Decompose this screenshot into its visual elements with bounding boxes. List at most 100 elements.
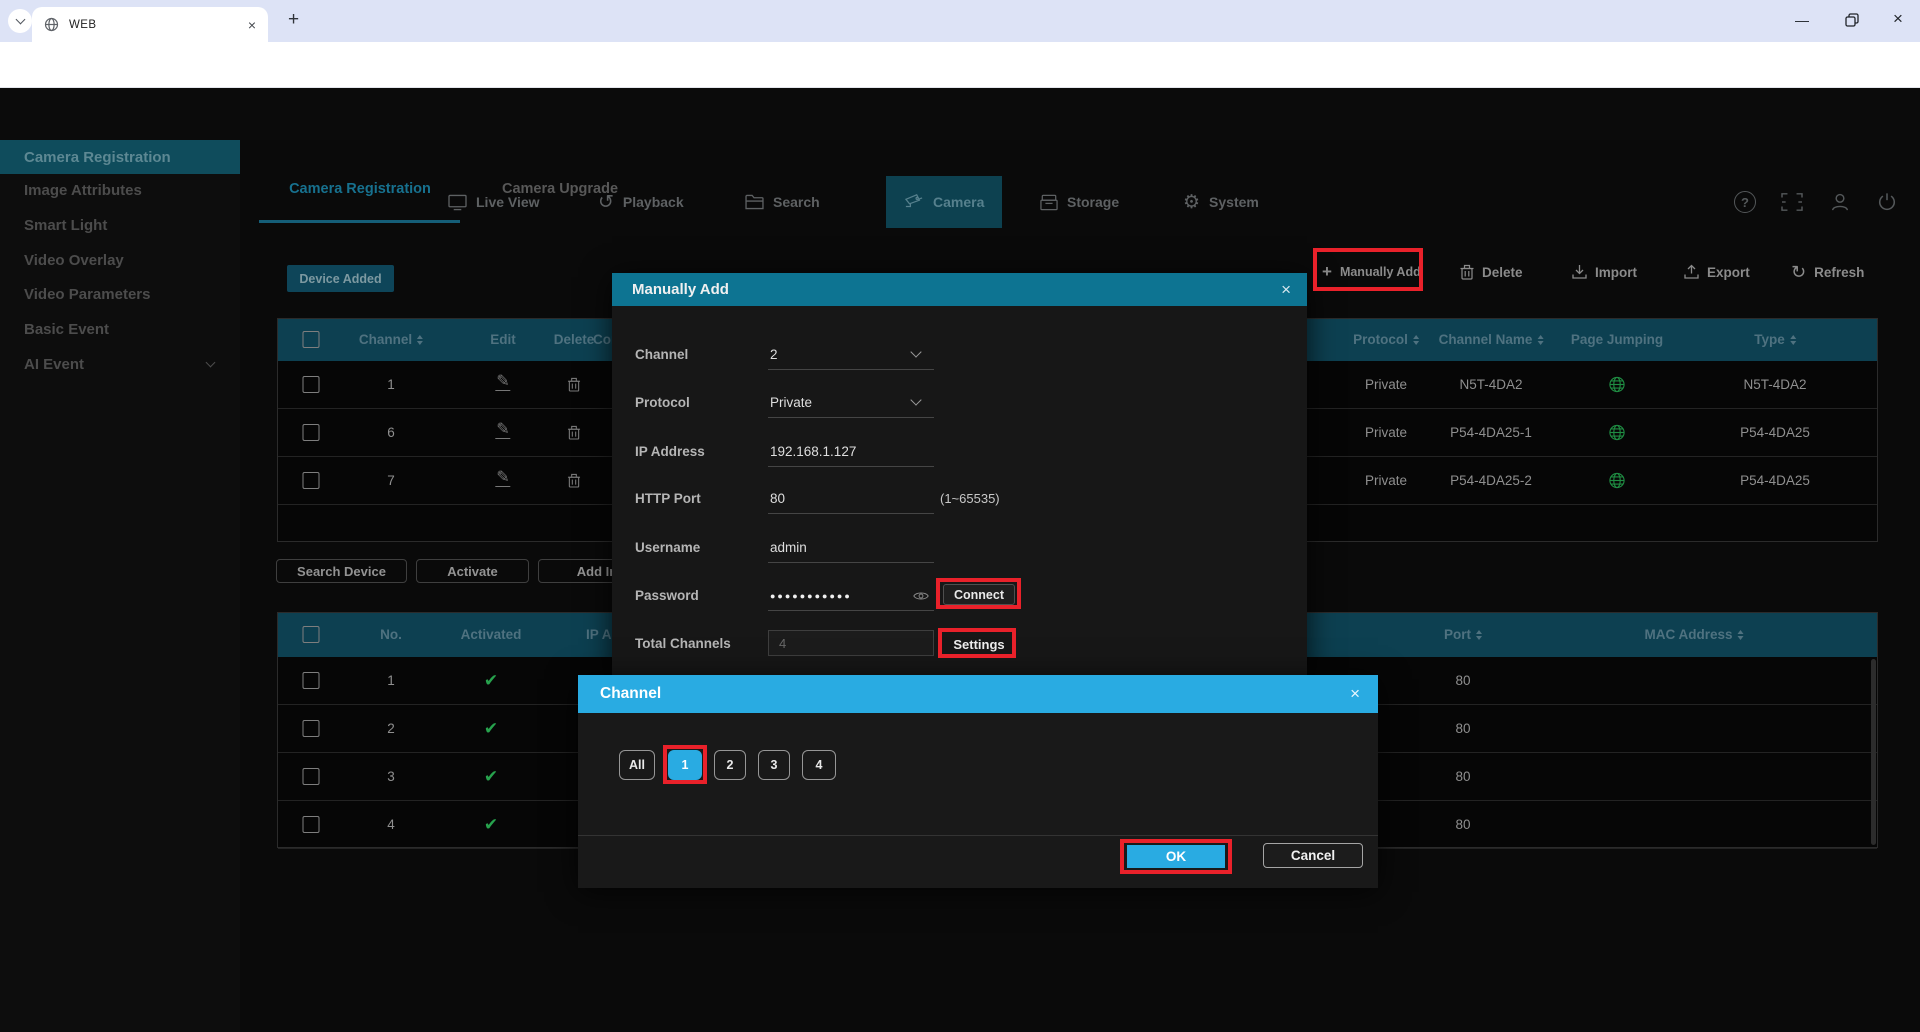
activated-check-icon: ✔	[484, 719, 498, 739]
sidebar-item-smart-light[interactable]: Smart Light	[0, 208, 240, 242]
row-checkbox[interactable]	[303, 720, 320, 737]
select-all-checkbox[interactable]	[303, 626, 320, 643]
channel-button-2[interactable]: 2	[714, 750, 746, 780]
tab-search-button[interactable]	[8, 9, 32, 33]
column-header-mac[interactable]: MAC Address	[1644, 627, 1743, 642]
field-label: IP Address	[635, 444, 705, 459]
tab-camera-registration[interactable]: Camera Registration	[270, 181, 450, 197]
dialog-title: Manually Add	[632, 281, 729, 298]
show-password-eye-icon[interactable]	[913, 588, 929, 604]
column-header-edit: Edit	[490, 332, 516, 347]
cell-no: 1	[387, 673, 395, 688]
power-button[interactable]	[1874, 189, 1900, 215]
channel-button-4[interactable]: 4	[802, 750, 836, 780]
channel-select[interactable]: 2	[770, 347, 778, 362]
row-checkbox[interactable]	[303, 424, 320, 441]
refresh-button[interactable]: ↻ Refresh	[1791, 258, 1864, 286]
sidebar-item-video-parameters[interactable]: Video Parameters	[0, 277, 240, 311]
delete-row-button[interactable]	[568, 473, 581, 488]
delete-button[interactable]: Delete	[1460, 258, 1523, 286]
sidebar-item-label: Basic Event	[24, 321, 109, 338]
sidebar-item-camera-registration[interactable]: Camera Registration	[0, 140, 240, 174]
protocol-select[interactable]: Private	[770, 395, 812, 410]
export-button[interactable]: Export	[1684, 258, 1750, 286]
column-header-type[interactable]: Type	[1754, 332, 1796, 347]
search-device-button[interactable]: Search Device	[276, 559, 407, 583]
import-button[interactable]: Import	[1572, 258, 1637, 286]
cell-channel-name: N5T-4DA2	[1459, 377, 1522, 392]
cell-protocol: Private	[1365, 377, 1407, 392]
column-header-channel[interactable]: Channel	[359, 332, 423, 347]
nav-label: Search	[773, 194, 820, 210]
sidebar: Camera Registration Image Attributes Sma…	[0, 140, 240, 1032]
delete-row-button[interactable]	[568, 425, 581, 440]
window-close-button[interactable]: ×	[1893, 9, 1903, 29]
column-header-channel-name[interactable]: Channel Name	[1439, 332, 1544, 347]
sidebar-item-image-attributes[interactable]: Image Attributes	[0, 173, 240, 207]
nav-camera-active[interactable]: Camera	[886, 176, 1002, 228]
close-icon[interactable]: ×	[1350, 684, 1360, 704]
sidebar-item-video-overlay[interactable]: Video Overlay	[0, 243, 240, 277]
username-input[interactable]: admin	[770, 540, 807, 555]
delete-row-button[interactable]	[568, 377, 581, 392]
new-tab-button[interactable]: +	[288, 9, 299, 31]
field-username: Username admin	[612, 533, 1307, 561]
channel-button-3[interactable]: 3	[758, 750, 790, 780]
trash-icon	[568, 377, 581, 392]
help-button[interactable]: ?	[1732, 189, 1758, 215]
device-added-button[interactable]: Device Added	[287, 265, 394, 292]
row-checkbox[interactable]	[303, 376, 320, 393]
edit-button[interactable]: ✎	[495, 471, 510, 487]
column-header-port[interactable]: Port	[1444, 627, 1482, 642]
channel-button-all[interactable]: All	[619, 750, 655, 780]
column-header-protocol[interactable]: Protocol	[1353, 332, 1419, 347]
window-restore-button[interactable]	[1845, 13, 1859, 27]
sidebar-item-label: Image Attributes	[24, 182, 142, 199]
tab-camera-upgrade[interactable]: Camera Upgrade	[480, 181, 640, 197]
sidebar-item-basic-event[interactable]: Basic Event	[0, 312, 240, 346]
http-port-input[interactable]: 80	[770, 491, 785, 506]
edit-button[interactable]: ✎	[495, 423, 510, 439]
nav-search[interactable]: Search	[745, 176, 820, 228]
page-jump-button[interactable]	[1609, 472, 1626, 489]
nav-storage[interactable]: Storage	[1040, 176, 1119, 228]
cancel-button[interactable]: Cancel	[1263, 843, 1363, 868]
page-jump-button[interactable]	[1609, 424, 1626, 441]
table-scrollbar[interactable]	[1871, 659, 1876, 845]
field-http-port: HTTP Port 80 (1~65535)	[612, 484, 1307, 512]
row-checkbox[interactable]	[303, 768, 320, 785]
select-all-checkbox[interactable]	[303, 331, 320, 348]
edit-button[interactable]: ✎	[495, 375, 510, 391]
nav-label: Camera	[933, 194, 984, 210]
storage-drive-icon	[1040, 194, 1058, 211]
row-checkbox[interactable]	[303, 672, 320, 689]
nav-system[interactable]: ⚙ System	[1183, 176, 1259, 228]
row-checkbox[interactable]	[303, 472, 320, 489]
close-icon[interactable]: ×	[1281, 280, 1291, 300]
tab-close-icon[interactable]: ×	[248, 17, 256, 33]
annotation-channel-1	[663, 745, 707, 784]
cell-no: 4	[387, 817, 395, 832]
fullscreen-button[interactable]	[1779, 189, 1805, 215]
sidebar-item-ai-event[interactable]: AI Event	[0, 347, 240, 381]
cell-channel: 7	[387, 473, 395, 488]
field-label: HTTP Port	[635, 491, 701, 506]
cell-port: 80	[1455, 817, 1470, 832]
globe-icon	[1609, 376, 1626, 393]
cell-channel-name: P54-4DA25-2	[1450, 473, 1532, 488]
annotation-connect	[936, 578, 1021, 609]
activate-button[interactable]: Activate	[416, 559, 529, 583]
sort-icon	[1476, 630, 1482, 640]
user-account-button[interactable]	[1827, 189, 1853, 215]
browser-tab[interactable]: WEB ×	[32, 7, 268, 42]
cell-port: 80	[1455, 769, 1470, 784]
toolbar-label: Refresh	[1814, 265, 1864, 280]
ip-address-input[interactable]: 192.168.1.127	[770, 444, 856, 459]
chevron-down-icon	[910, 394, 921, 405]
globe-icon	[1609, 424, 1626, 441]
page-jump-button[interactable]	[1609, 376, 1626, 393]
password-input[interactable]: ●●●●●●●●●●●	[770, 591, 852, 601]
window-minimize-button[interactable]: —	[1795, 12, 1809, 28]
row-checkbox[interactable]	[303, 816, 320, 833]
browser-toolbar: ← → ↻ ⚠ Not secure 192.168.1.158/#/index…	[0, 42, 1920, 88]
